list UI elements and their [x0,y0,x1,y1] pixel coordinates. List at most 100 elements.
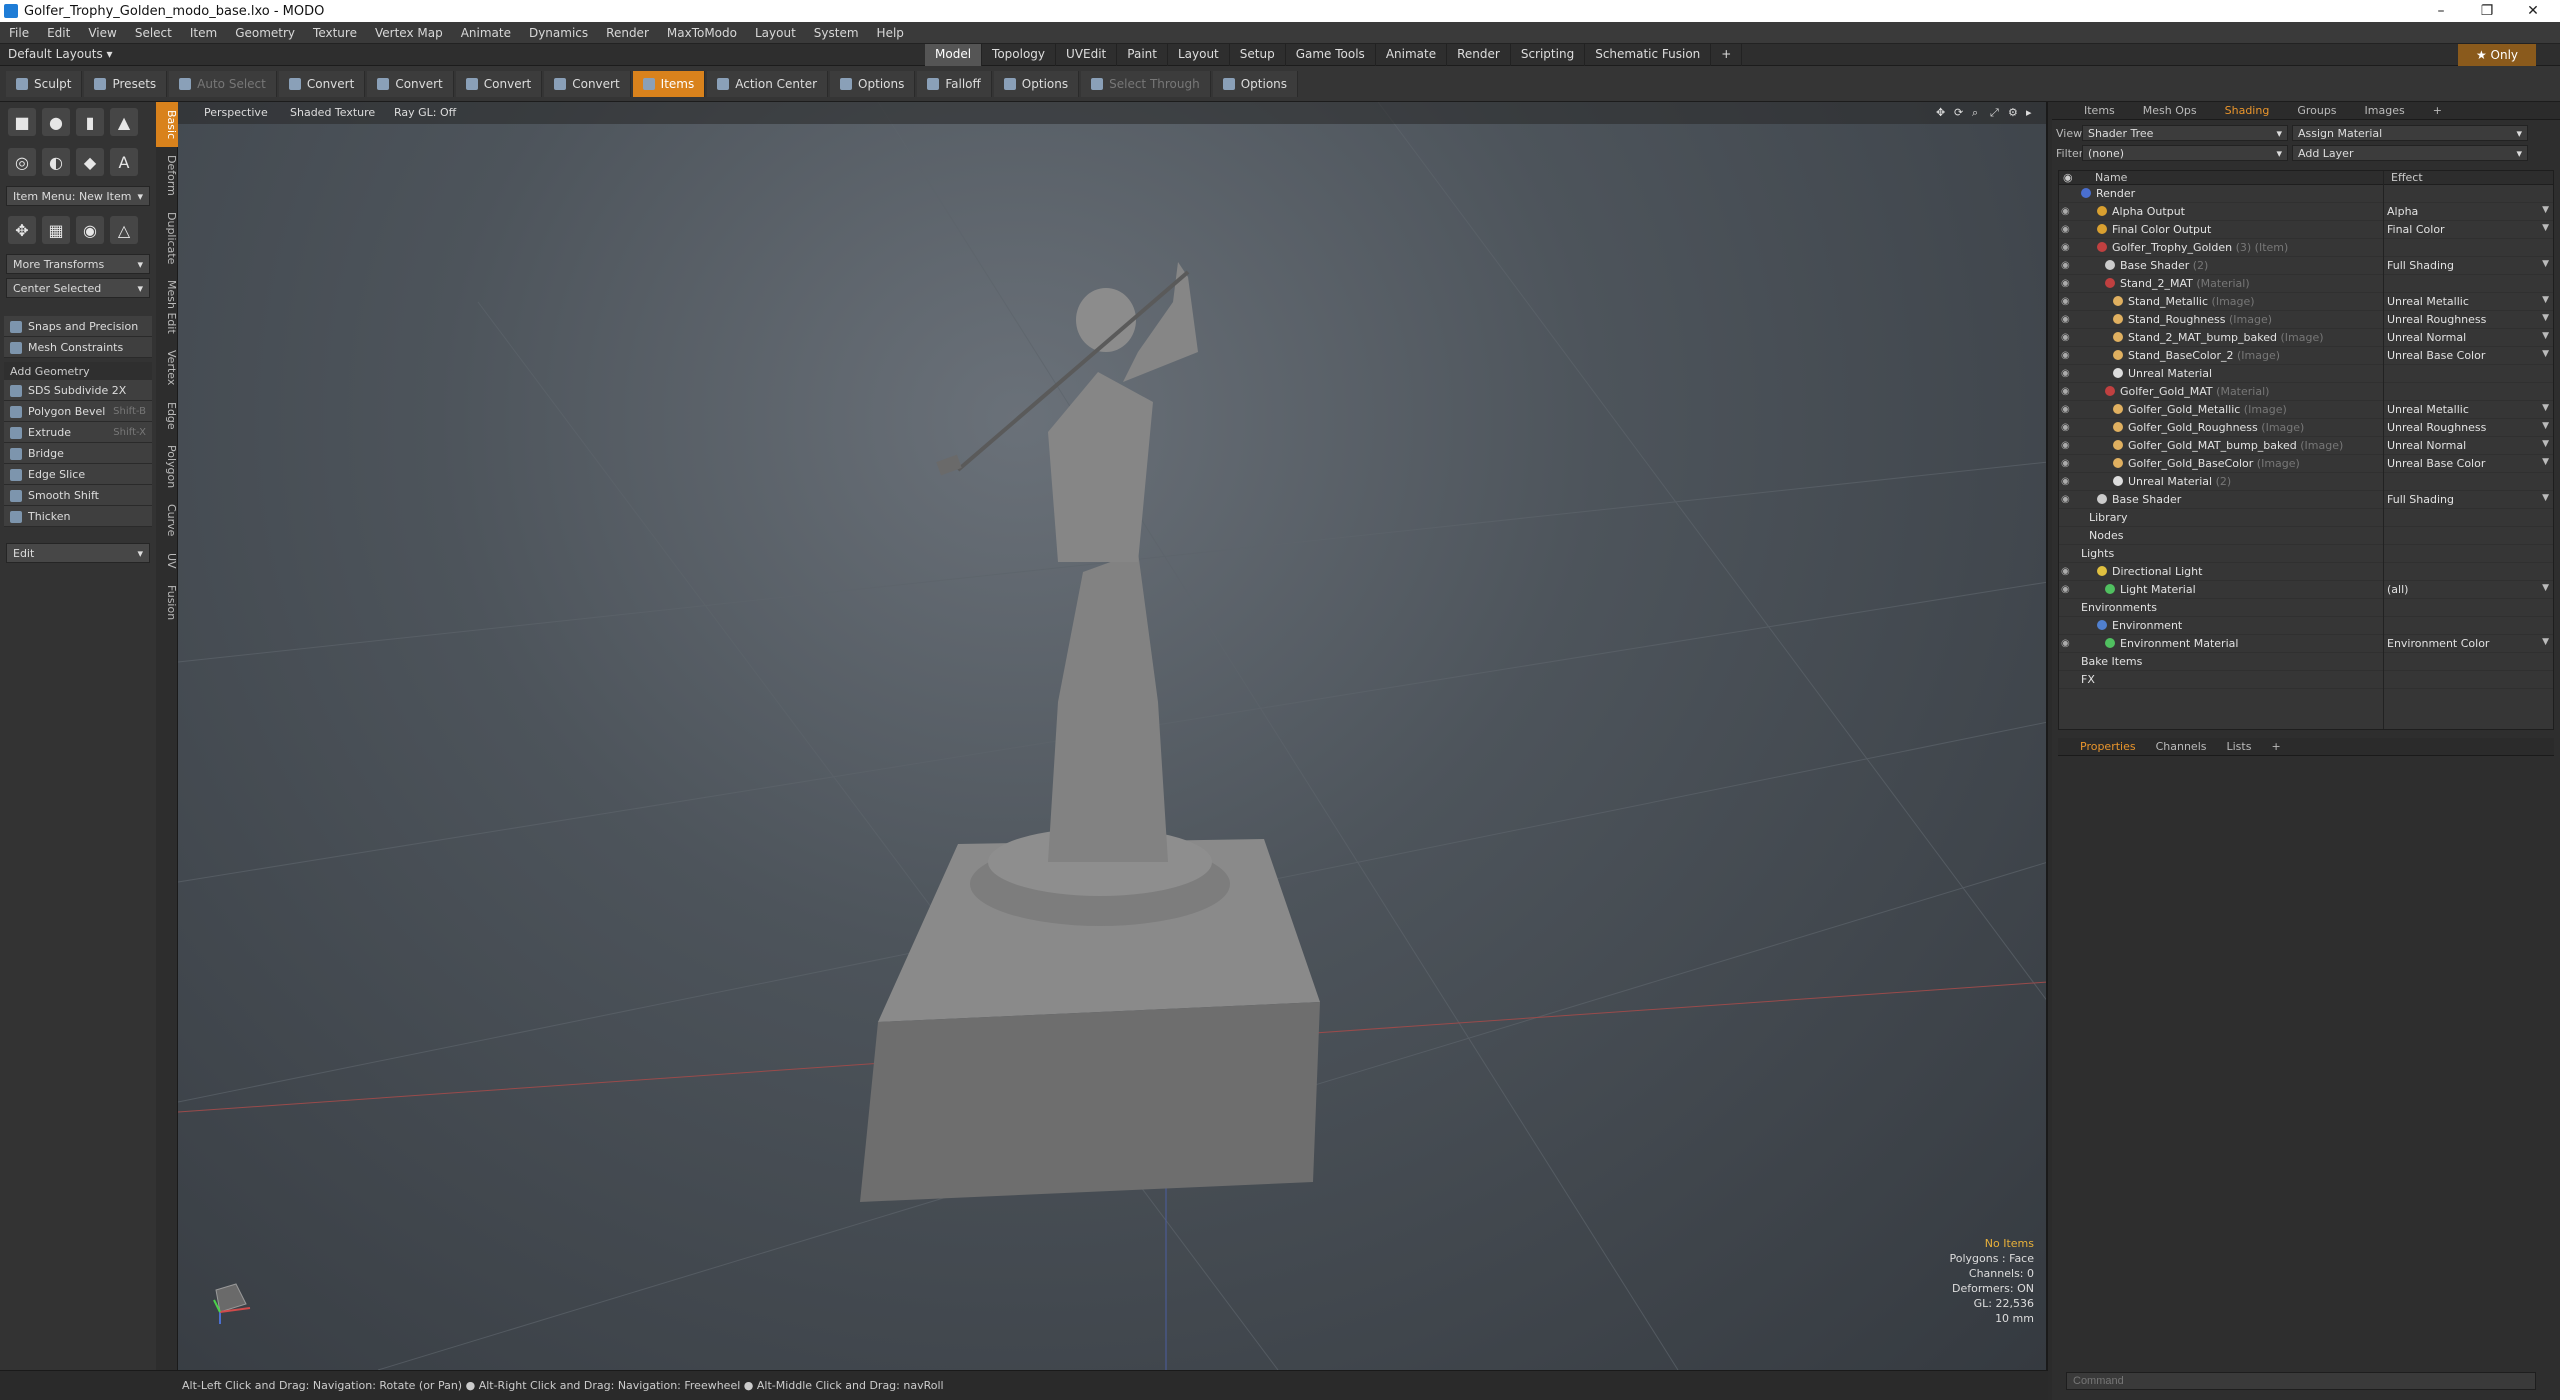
visibility-eye-icon[interactable]: ◉ [2061,297,2075,307]
tree-row[interactable]: ◉ Golfer_Gold_MAT (Material) [2059,383,2553,401]
tree-row[interactable]: ◉ Alpha Output Alpha ▼ [2059,203,2553,221]
effect-dropdown[interactable]: Unreal Metallic ▼ [2387,295,2549,308]
pan-icon[interactable]: ✥ [1936,106,1945,119]
sds-subdivide-button[interactable]: SDS Subdivide 2X [4,380,152,401]
visibility-eye-icon[interactable]: ◉ [2061,387,2075,397]
tree-row[interactable]: FX [2059,671,2553,689]
filter-dropdown[interactable]: (none) ▾ [2082,145,2288,161]
tree-row[interactable]: ◉ Stand_Metallic (Image) Unreal Metallic ▼ [2059,293,2553,311]
vtab-duplicate[interactable]: Duplicate [156,204,178,272]
visibility-eye-icon[interactable]: ◉ [2061,207,2075,217]
effect-dropdown[interactable]: Unreal Metallic ▼ [2387,403,2549,416]
extrude-button[interactable]: Extrude Shift-X [4,422,152,443]
visibility-eye-icon[interactable]: ◉ [2061,585,2075,595]
command-input[interactable] [2066,1372,2536,1390]
falloff-button[interactable]: Falloff [917,70,992,97]
plane-icon[interactable]: ◆ [76,148,104,176]
effect-dropdown[interactable]: Unreal Normal ▼ [2387,439,2549,452]
fit-view-icon[interactable]: ⤢ [1990,106,1999,120]
effect-dropdown[interactable]: Full Shading ▼ [2387,493,2549,506]
menu-render[interactable]: Render [597,26,658,40]
visibility-eye-icon[interactable]: ◉ [2061,495,2075,505]
visibility-eye-icon[interactable]: ◉ [2061,315,2075,325]
add-layer-dropdown[interactable]: Add Layer ▾ [2292,145,2528,161]
add-tab-button[interactable]: + [1711,44,1743,66]
tree-row[interactable]: ◉ Unreal Material [2059,365,2553,383]
convert-edges-button[interactable]: Convert [367,70,454,97]
menu-maxtomodo[interactable]: MaxToModo [658,26,746,40]
maximize-button[interactable]: ❐ [2464,0,2510,22]
menu-dynamics[interactable]: Dynamics [520,26,597,40]
visibility-eye-icon[interactable]: ◉ [2061,423,2075,433]
tab-lists[interactable]: Lists [2217,738,2262,755]
tab-render[interactable]: Render [1447,44,1511,66]
tree-row[interactable]: ◉ Environment Material Environment Color ▼ [2059,635,2553,653]
convert-materials-button[interactable]: Convert [544,70,631,97]
menu-animate[interactable]: Animate [452,26,520,40]
tree-row[interactable]: Library [2059,509,2553,527]
menu-item[interactable]: Item [181,26,226,40]
effect-dropdown[interactable]: Unreal Roughness ▼ [2387,421,2549,434]
tree-row[interactable]: ◉ Base Shader (2) Full Shading ▼ [2059,257,2553,275]
falloff-options-button[interactable]: Options [993,70,1080,97]
tree-row[interactable]: ◉ Final Color Output Final Color ▼ [2059,221,2553,239]
assign-material-dropdown[interactable]: Assign Material ▾ [2292,125,2528,141]
select-options-button[interactable]: Options [1212,70,1299,97]
select-through-button[interactable]: Select Through [1081,70,1211,97]
visibility-eye-icon[interactable]: ◉ [2061,459,2075,469]
tree-row[interactable]: ◉ Stand_2_MAT_bump_baked (Image) Unreal No… [2059,329,2553,347]
menu-view[interactable]: View [79,26,125,40]
tab-setup[interactable]: Setup [1230,44,1286,66]
transform-icon[interactable]: △ [110,216,138,244]
menu-select[interactable]: Select [126,26,181,40]
tree-row[interactable]: ◉ Golfer_Gold_Metallic (Image) Unreal Meta… [2059,401,2553,419]
menu-layout[interactable]: Layout [746,26,805,40]
rotate-view-icon[interactable]: ⟳ [1954,106,1963,119]
action-center-options-button[interactable]: Options [830,70,916,97]
tree-row[interactable]: Nodes [2059,527,2553,545]
effect-dropdown[interactable]: Unreal Base Color ▼ [2387,349,2549,362]
effect-dropdown[interactable]: Unreal Roughness ▼ [2387,313,2549,326]
snaps-precision-button[interactable]: Snaps and Precision [4,316,152,337]
scale-icon[interactable]: ▦ [42,216,70,244]
tree-row[interactable]: ◉ Stand_Roughness (Image) Unreal Roughness… [2059,311,2553,329]
polygon-bevel-button[interactable]: Polygon Bevel Shift-B [4,401,152,422]
tab-channels[interactable]: Channels [2146,738,2217,755]
cone-icon[interactable]: ▲ [110,108,138,136]
center-selected-dropdown[interactable]: Center Selected ▾ [6,278,150,298]
effect-dropdown[interactable]: Alpha ▼ [2387,205,2549,218]
thicken-button[interactable]: Thicken [4,506,152,527]
vtab-mesh-edit[interactable]: Mesh Edit [156,272,178,342]
tree-row[interactable]: ◉ Golfer_Gold_Roughness (Image) Unreal Rou… [2059,419,2553,437]
tree-row[interactable]: ◉ Golfer_Gold_BaseColor (Image) Unreal Bas… [2059,455,2553,473]
default-layouts-dropdown[interactable]: Default Layouts ▾ [8,47,113,61]
vtab-polygon[interactable]: Polygon [156,437,178,496]
tab-properties[interactable]: Properties [2070,738,2146,755]
visibility-eye-icon[interactable]: ◉ [2061,405,2075,415]
move-icon[interactable]: ✥ [8,216,36,244]
raygl-toggle[interactable]: Ray GL: Off [394,106,456,119]
tab-shading[interactable]: Shading [2211,102,2284,119]
tree-row[interactable]: Environment [2059,617,2553,635]
vtab-curve[interactable]: Curve [156,496,178,544]
visibility-eye-icon[interactable]: ◉ [2061,333,2075,343]
capsule-icon[interactable]: ◐ [42,148,70,176]
cube-icon[interactable]: ■ [8,108,36,136]
effect-dropdown[interactable]: Full Shading ▼ [2387,259,2549,272]
minimize-button[interactable]: – [2418,0,2464,22]
tree-row[interactable]: ◉ Golfer_Trophy_Golden (3) (Item) [2059,239,2553,257]
cylinder-icon[interactable]: ▮ [76,108,104,136]
visibility-eye-icon[interactable]: ◉ [2061,477,2075,487]
tree-row[interactable]: ◉ Unreal Material (2) [2059,473,2553,491]
golfer-trophy-mesh[interactable] [860,262,1320,1202]
action-center-button[interactable]: Action Center [707,70,829,97]
edge-slice-button[interactable]: Edge Slice [4,464,152,485]
tab-game-tools[interactable]: Game Tools [1286,44,1376,66]
vtab-deform[interactable]: Deform [156,147,178,204]
tab-animate[interactable]: Animate [1376,44,1448,66]
text-icon[interactable]: A [110,148,138,176]
menu-help[interactable]: Help [868,26,913,40]
gear-icon[interactable]: ⚙ [2008,106,2018,119]
add-tab-button[interactable]: + [2261,738,2290,755]
shader-tree[interactable]: ◉ Name Effect Render ◉ Alpha Output Alpha… [2058,170,2554,730]
